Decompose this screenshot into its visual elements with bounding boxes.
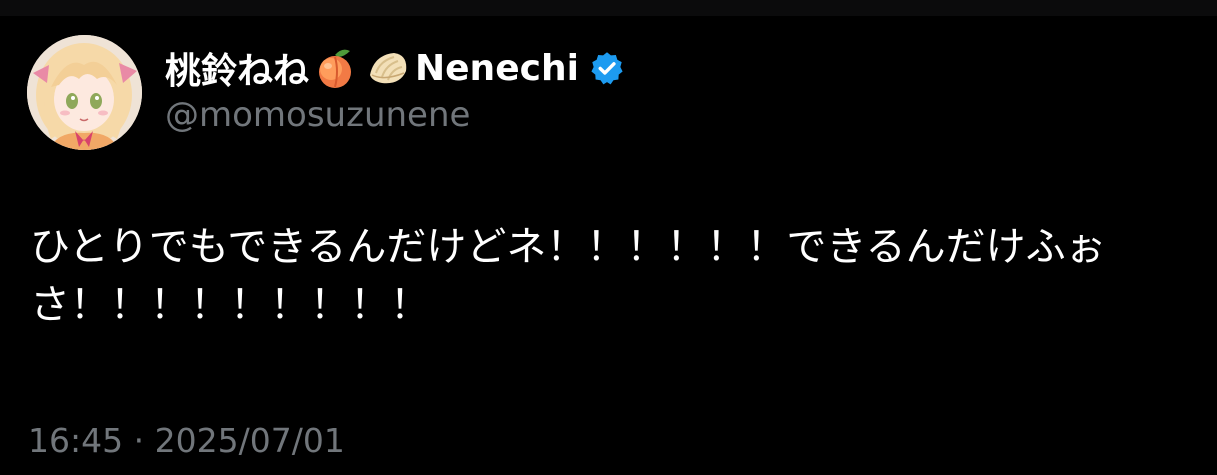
top-strip (0, 0, 1217, 16)
author-name-row[interactable]: 桃鈴ねね Nenechi (165, 42, 625, 94)
author-handle[interactable]: @momosuzunene (165, 95, 470, 135)
verified-badge-icon[interactable] (589, 50, 625, 86)
tweet-line-1: ひとりでもできるんだけどネ！！！！！！できるんだけふぉ (30, 224, 1106, 270)
tweet-time: 16:45 (28, 421, 124, 460)
tweet-line-2: さ！！！！！！！！！ (30, 282, 430, 328)
tweet-text: ひとりでもできるんだけどネ！！！！！！できるんだけふぉ さ！！！！！！！！！ (30, 218, 1180, 334)
avatar-image (27, 35, 142, 150)
display-name[interactable]: 桃鈴ねね (165, 42, 309, 94)
avatar[interactable] (27, 35, 142, 150)
peach-icon (312, 45, 358, 91)
tweet-timestamp[interactable]: 16:45 · 2025/07/01 (28, 421, 345, 460)
nickname[interactable]: Nenechi (415, 48, 579, 89)
tweet-date: 2025/07/01 (154, 421, 345, 460)
meta-separator: · (133, 421, 145, 460)
dumpling-icon (364, 45, 410, 91)
